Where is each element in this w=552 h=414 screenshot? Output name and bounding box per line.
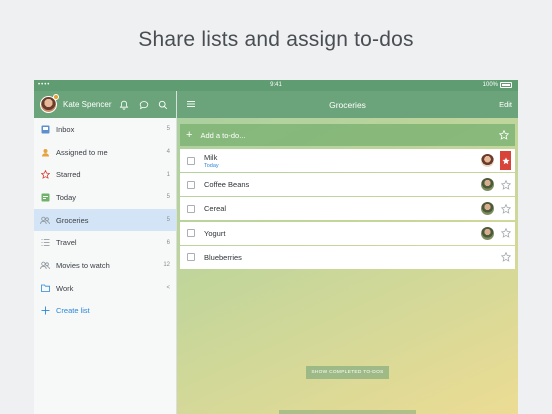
todo-title: Yogurt [204,228,226,238]
sidebar-item-label: Starred [56,170,81,180]
list-icon [40,238,50,248]
todo-body: Yogurt [204,229,481,238]
search-icon[interactable] [156,98,170,112]
calendar-icon [40,192,50,202]
plus-icon [40,306,50,316]
chevron-left-icon[interactable]: < [166,285,170,291]
menu-icon[interactable] [185,98,197,110]
sidebar-header: Kate Spencer [34,91,176,118]
create-list-button[interactable]: Create list [34,300,176,323]
sidebar-item-count: 5 [166,194,170,201]
todo-item-blueberries[interactable]: Blueberries [180,245,515,269]
battery-indicator: 100% [483,82,512,88]
sidebar-item-count: 12 [163,262,170,269]
sidebar-item-work[interactable]: Work < [34,277,176,300]
assignee-avatar[interactable] [481,154,494,167]
list-navigation: Inbox 5 Assigned to me 4 Starred 1 Today… [34,118,176,322]
person-icon [40,147,50,157]
bell-icon[interactable] [117,98,131,112]
star-icon[interactable] [498,130,509,141]
todo-checkbox[interactable] [187,229,195,238]
battery-icon [500,82,512,88]
todo-item-coffee-beans[interactable]: Coffee Beans [180,173,515,197]
sidebar-item-assigned-to-me[interactable]: Assigned to me 4 [34,141,176,164]
shared-list-icon [40,215,50,225]
todo-checkbox[interactable] [187,180,195,189]
add-todo-input[interactable]: + Add a to-do... [180,124,515,146]
folder-icon [40,283,50,293]
edit-button[interactable]: Edit [499,100,512,109]
shared-list-icon [40,260,50,270]
sidebar-item-count: 5 [166,217,170,224]
star-icon [40,170,50,180]
todo-body: Blueberries [204,253,500,262]
sidebar: Kate Spencer Inbox 5 Assigned to me 4 St… [34,91,177,414]
bottom-toolbar [279,410,416,414]
todo-checkbox[interactable] [187,204,195,213]
todo-item-milk[interactable]: Milk Today [180,149,515,172]
list-detail: Groceries Edit + Add a to-do... Milk Tod… [177,91,518,414]
star-icon[interactable] [500,179,511,190]
sidebar-item-label: Movies to watch [56,260,110,270]
todo-checkbox[interactable] [187,156,195,165]
todo-checkbox[interactable] [187,253,195,262]
todo-title: Milk [204,152,218,162]
user-avatar[interactable] [40,94,59,113]
assignee-avatar[interactable] [481,178,494,192]
notification-dot [53,94,59,100]
todo-title: Cereal [204,204,227,214]
sidebar-item-count: 6 [166,239,170,246]
create-list-label: Create list [56,306,90,316]
status-time: 9:41 [270,82,282,88]
assignee-avatar[interactable] [481,226,494,240]
headline: Share lists and assign to-dos [138,28,414,51]
sidebar-item-count: 4 [166,149,170,156]
list-header: Groceries Edit [177,91,518,118]
comment-icon[interactable] [137,98,151,112]
star-icon[interactable] [500,203,511,214]
todo-body: Milk Today [204,153,481,169]
sidebar-item-inbox[interactable]: Inbox 5 [34,118,176,141]
sidebar-item-label: Assigned to me [56,147,108,157]
sidebar-item-label: Inbox [56,124,75,134]
assignee-avatar[interactable] [481,202,494,216]
inbox-icon [40,124,50,134]
starred-flag-icon[interactable] [500,151,511,170]
todo-due-date: Today [204,162,219,169]
sidebar-item-label: Today [56,192,77,202]
battery-percent: 100% [482,82,498,88]
todo-list: Milk Today Coffee Beans Cereal Yogurt Bl… [180,149,515,270]
plus-icon: + [186,128,193,141]
add-todo-placeholder: Add a to-do... [200,130,246,140]
todo-title: Coffee Beans [204,180,250,190]
sidebar-item-label: Work [56,283,74,293]
star-icon[interactable] [500,228,511,239]
star-icon[interactable] [500,252,511,263]
sidebar-item-movies-to-watch[interactable]: Movies to watch 12 [34,254,176,277]
sidebar-item-starred[interactable]: Starred 1 [34,163,176,186]
sidebar-item-label: Travel [56,238,77,248]
list-title: Groceries [329,99,366,110]
sidebar-item-groceries[interactable]: Groceries 5 [34,208,176,232]
sidebar-item-label: Groceries [56,215,89,225]
app-window: •••• 9:41 100% Kate Spencer Inbox 5 Assi… [34,80,518,414]
todo-item-cereal[interactable]: Cereal [180,197,515,221]
status-bar: •••• 9:41 100% [34,80,518,91]
todo-body: Cereal [204,204,481,213]
sidebar-item-travel[interactable]: Travel 6 [34,231,176,254]
todo-title: Blueberries [204,252,242,262]
sidebar-item-count: 1 [166,171,170,178]
sidebar-item-count: 5 [166,126,170,133]
todo-body: Coffee Beans [204,180,481,189]
user-name[interactable]: Kate Spencer [63,100,111,109]
todo-item-yogurt[interactable]: Yogurt [180,221,515,245]
show-completed-button[interactable]: SHOW COMPLETED TO-DOS [306,366,389,379]
sidebar-item-today[interactable]: Today 5 [34,186,176,209]
